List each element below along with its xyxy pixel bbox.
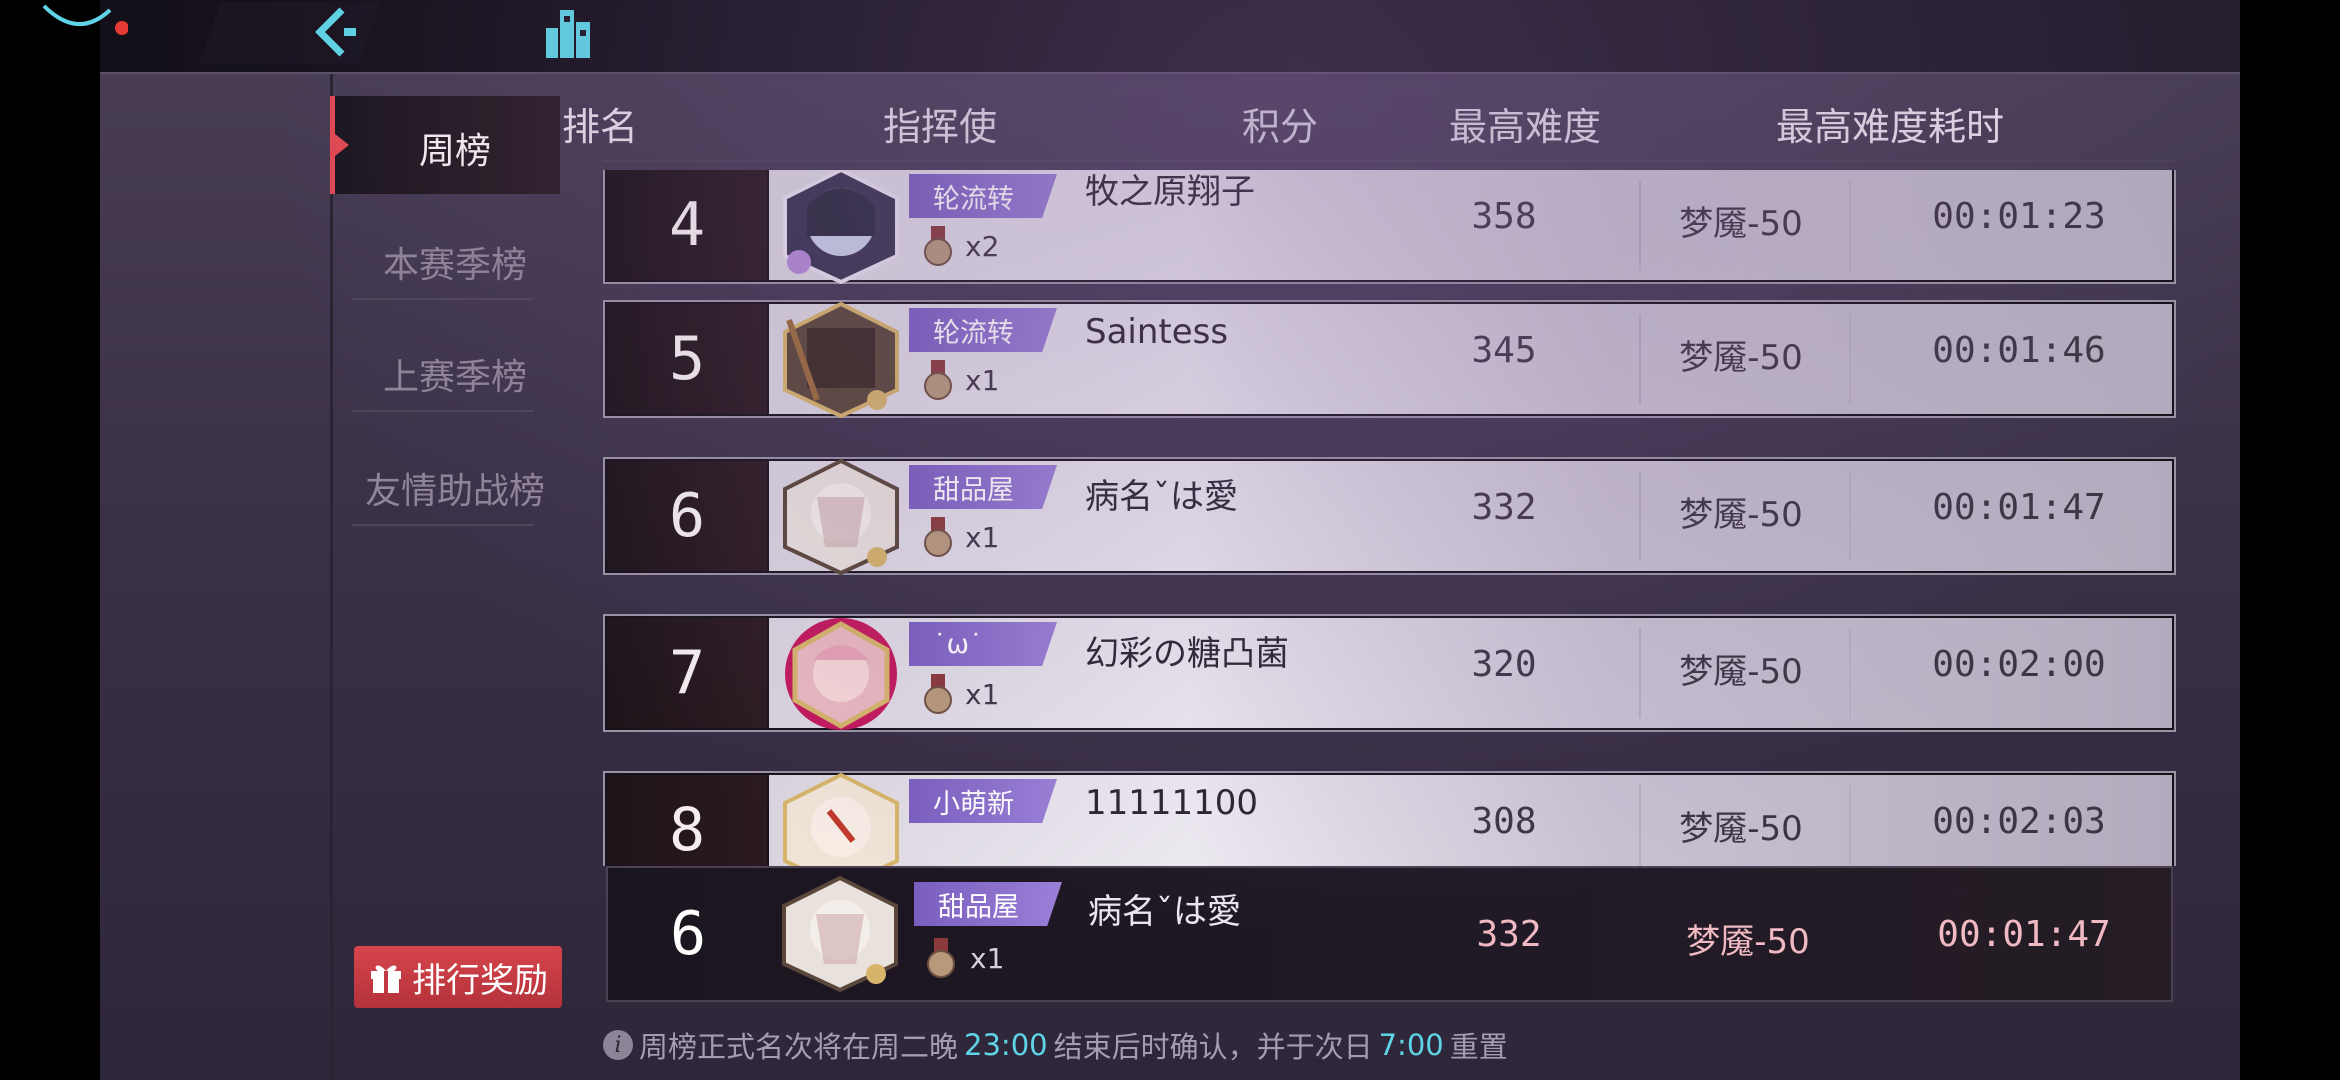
rank-number: 5 (607, 304, 767, 414)
ranking-reward-button[interactable]: 排行奖励 (354, 946, 562, 1008)
header-commander: 指挥使 (882, 105, 997, 149)
info-icon: i (603, 1030, 633, 1060)
reward-button-label: 排行奖励 (412, 960, 548, 1001)
player-name: 牧之原翔子 (1085, 172, 1255, 212)
table-row[interactable]: 7 ˙ω˙ x1 幻彩の糖凸菌 320 梦魇-50 00:02:00 (603, 614, 2176, 732)
row-card: ˙ω˙ x1 幻彩の糖凸菌 320 梦魇-50 00:02:00 (769, 618, 2172, 730)
table-row[interactable]: 8 小萌新 11111100 308 梦魇-50 00:02:03 (603, 771, 2176, 866)
table-row[interactable]: 6 甜品屋 x1 病名ˇは愛 332 梦魇-50 00:01:47 (603, 457, 2176, 575)
column-separator (1849, 471, 1851, 561)
row-card: 轮流转 x2 牧之原翔子 358 梦魇-50 00:01:23 (769, 170, 2172, 284)
my-guild-tag: 甜品屋 (914, 882, 1062, 926)
top-bar (100, 0, 2240, 74)
score-value: 332 (1471, 487, 1537, 528)
time-value: 00:02:00 (1932, 644, 2106, 685)
notice-middle: 结束后时确认，并于次日 (1053, 1030, 1373, 1064)
my-rank-number: 6 (669, 899, 707, 969)
row-card: 轮流转 x1 Saintess 345 梦魇-50 00:01:46 (769, 301, 2172, 418)
medal-icon (927, 938, 955, 978)
nav-item-this-season[interactable]: 本赛季榜 (340, 236, 570, 288)
notice-prefix: 周榜正式名次将在周二晚 (639, 1030, 959, 1064)
player-avatar (785, 618, 897, 730)
home-icon[interactable] (540, 4, 596, 60)
back-icon[interactable] (308, 4, 358, 60)
header-divider (603, 160, 2176, 162)
difficulty-value: 梦魇-50 (1679, 338, 1803, 378)
nav-separator (352, 298, 534, 300)
player-avatar (783, 772, 899, 866)
header-max-difficulty: 最高难度 (1448, 105, 1601, 149)
my-player-name: 病名ˇは愛 (1088, 892, 1241, 932)
my-medal-count: x1 (970, 942, 1005, 975)
column-separator (1849, 785, 1851, 866)
rank-number: 4 (607, 170, 767, 280)
medal-count: x1 (965, 364, 1000, 397)
guild-tag: 小萌新 (909, 779, 1057, 823)
score-value: 308 (1471, 801, 1537, 842)
notice-time-reset: 7:00 (1378, 1028, 1444, 1062)
score-value: 358 (1471, 196, 1537, 237)
player-name: 幻彩の糖凸菌 (1085, 634, 1289, 674)
column-separator (1849, 180, 1851, 270)
medal-count: x1 (965, 521, 1000, 554)
player-name: Saintess (1085, 312, 1229, 352)
player-name: 病名ˇは愛 (1085, 477, 1238, 517)
medal-icon (924, 226, 952, 266)
divider-line (330, 74, 333, 1080)
difficulty-value: 梦魇-50 (1679, 809, 1803, 849)
medal-count: x2 (965, 230, 1000, 263)
rank-number: 7 (607, 618, 767, 728)
nav-separator (352, 524, 534, 526)
guild-tag: ˙ω˙ (909, 622, 1057, 666)
header-rank: 排名 (561, 105, 638, 149)
notice-time-end: 23:00 (964, 1028, 1048, 1062)
reset-notice: i 周榜正式名次将在周二晚 23:00 结束后时确认，并于次日 7:00 重置 (603, 1024, 1508, 1066)
score-value: 320 (1471, 644, 1537, 685)
player-avatar (783, 301, 899, 418)
player-avatar (783, 170, 899, 284)
rank-number: 6 (607, 461, 767, 571)
nav-separator (352, 410, 534, 412)
time-value: 00:01:23 (1932, 196, 2106, 237)
time-value: 00:02:03 (1932, 801, 2106, 842)
header-max-difficulty-time: 最高难度耗时 (1775, 105, 2004, 149)
guild-tag: 甜品屋 (909, 465, 1057, 509)
nav-item-last-season[interactable]: 上赛季榜 (340, 348, 570, 400)
medal-count: x1 (965, 678, 1000, 711)
difficulty-value: 梦魇-50 (1679, 495, 1803, 535)
row-card: 甜品屋 x1 病名ˇは愛 332 梦魇-50 00:01:47 (769, 458, 2172, 575)
rank-number: 8 (607, 775, 767, 866)
medal-icon (924, 517, 952, 557)
difficulty-value: 梦魇-50 (1679, 652, 1803, 692)
my-time-value: 00:01:47 (1937, 914, 2111, 955)
gift-icon (371, 965, 401, 993)
medal-icon (924, 674, 952, 714)
column-separator (1849, 628, 1851, 718)
time-value: 00:01:47 (1932, 487, 2106, 528)
guild-tag: 轮流转 (909, 308, 1057, 352)
score-value: 345 (1471, 330, 1537, 371)
table-row[interactable]: 5 轮流转 x1 Saintess 345 梦魇-50 00:01:46 (603, 300, 2176, 418)
my-rank-row[interactable]: 6 甜品屋 x1 病名ˇは愛 332 梦魇-50 00:01:47 (606, 866, 2173, 1002)
my-score-value: 332 (1476, 914, 1542, 955)
player-avatar (783, 458, 899, 575)
column-separator (1849, 314, 1851, 404)
my-avatar (782, 875, 898, 992)
guild-tag: 轮流转 (909, 174, 1057, 218)
difficulty-value: 梦魇-50 (1679, 204, 1803, 244)
player-name: 11111100 (1085, 783, 1259, 823)
leaderboard-list[interactable]: 4 轮流转 x2 牧之原翔子 358 梦魇-50 00:01:23 5 轮流转 … (603, 170, 2176, 866)
row-card: 小萌新 11111100 308 梦魇-50 00:02:03 (769, 772, 2172, 866)
header-score: 积分 (1241, 105, 1318, 149)
nav-item-friendship[interactable]: 友情助战榜 (340, 462, 570, 514)
time-value: 00:01:46 (1932, 330, 2106, 371)
medal-icon (924, 360, 952, 400)
my-difficulty-value: 梦魇-50 (1686, 922, 1810, 962)
system-overlay-icon (42, 4, 128, 35)
table-row[interactable]: 4 轮流转 x2 牧之原翔子 358 梦魇-50 00:01:23 (603, 170, 2176, 284)
leaderboard-screen: 周榜 本赛季榜 上赛季榜 友情助战榜 排行奖励 排名 指挥使 积分 最高难度 最… (100, 0, 2240, 1080)
notice-suffix: 重置 (1449, 1030, 1508, 1064)
